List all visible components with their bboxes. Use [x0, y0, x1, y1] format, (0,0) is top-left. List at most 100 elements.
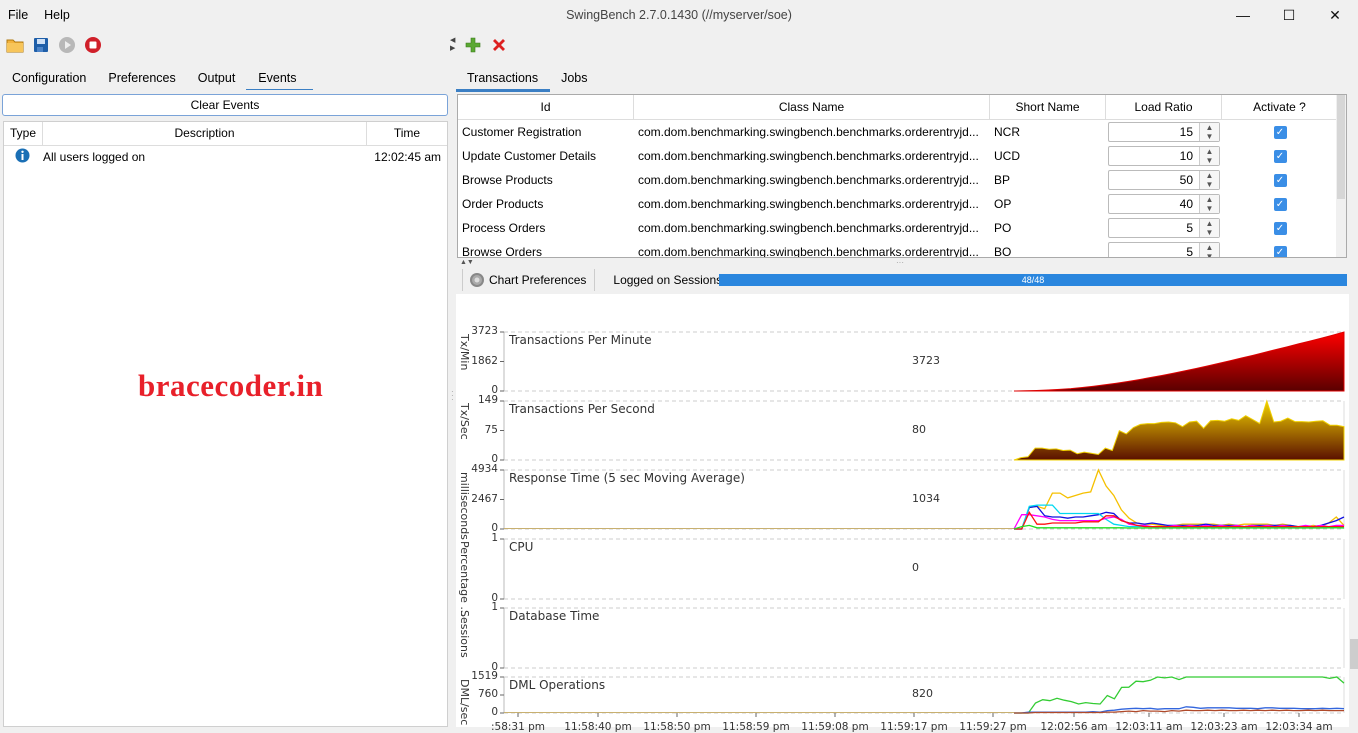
activate-checkbox[interactable]: ✓ — [1273, 197, 1287, 211]
column-load-ratio[interactable]: Load Ratio — [1106, 95, 1222, 119]
tab-configuration[interactable]: Configuration — [1, 68, 97, 92]
load-ratio-spinner[interactable]: 40 ▲ ▼ — [1108, 194, 1220, 214]
y-axis-label: DML/sec — [458, 679, 471, 726]
add-transaction-button[interactable] — [464, 36, 482, 54]
transaction-id: Process Orders — [462, 221, 546, 235]
activate-checkbox[interactable]: ✓ — [1273, 173, 1287, 187]
events-panel: Clear Events Type Description Time All u… — [0, 90, 450, 727]
transaction-id: Order Products — [462, 197, 544, 211]
delete-transaction-button[interactable] — [490, 36, 508, 54]
transaction-row[interactable]: Update Customer Details com.dom.benchmark… — [458, 144, 1346, 168]
x-tick-label: 11:59:17 pm — [880, 721, 948, 733]
load-ratio-value[interactable]: 5 — [1109, 243, 1199, 257]
scrollbar-thumb[interactable] — [1337, 95, 1345, 199]
load-ratio-spinner[interactable]: 15 ▲ ▼ — [1108, 122, 1220, 142]
transaction-row[interactable]: Customer Registration com.dom.benchmarkin… — [458, 120, 1346, 144]
activate-checkbox[interactable]: ✓ — [1273, 245, 1287, 257]
column-activate[interactable]: Activate ? — [1222, 95, 1338, 119]
spinner-arrows-icon[interactable]: ▲ ▼ — [1199, 243, 1219, 257]
menu-file[interactable]: File — [8, 8, 28, 22]
column-description[interactable]: Description — [43, 122, 367, 145]
tab-output[interactable]: Output — [187, 68, 247, 92]
spinner-arrows-icon[interactable]: ▲ ▼ — [1199, 219, 1219, 237]
column-id[interactable]: Id — [458, 95, 634, 119]
start-button[interactable] — [58, 36, 76, 54]
current-value: 3723 — [912, 353, 940, 367]
event-time: 12:02:45 am — [374, 150, 441, 164]
load-ratio-value[interactable]: 10 — [1109, 147, 1199, 165]
column-type[interactable]: Type — [4, 122, 43, 145]
current-value: 80 — [912, 422, 926, 436]
x-tick-label: 12:02:56 am — [1040, 721, 1108, 733]
load-ratio-spinner[interactable]: 5 ▲ ▼ — [1108, 218, 1220, 238]
x-tick-label: 11:59:27 pm — [959, 721, 1027, 733]
spinner-arrows-icon[interactable]: ▲ ▼ — [1199, 123, 1219, 141]
spinner-arrows-icon[interactable]: ▲ ▼ — [1199, 147, 1219, 165]
current-value: 0 — [912, 561, 919, 574]
load-ratio-spinner[interactable]: 50 ▲ ▼ — [1108, 170, 1220, 190]
stop-button[interactable] — [84, 36, 102, 54]
load-ratio-spinner[interactable]: 5 ▲ ▼ — [1108, 242, 1220, 257]
split-arrows-icon[interactable]: ▲▼ — [460, 259, 474, 266]
save-button[interactable] — [32, 36, 50, 54]
x-tick-label: 12:03:23 am — [1190, 721, 1258, 733]
load-ratio-value[interactable]: 40 — [1109, 195, 1199, 213]
column-class-name[interactable]: Class Name — [634, 95, 990, 119]
tab-transactions[interactable]: Transactions — [456, 68, 551, 92]
minimize-button[interactable]: — — [1220, 0, 1266, 30]
transaction-row[interactable]: Order Products com.dom.benchmarking.swing… — [458, 192, 1346, 216]
watermark-text: bracecoder.in — [138, 368, 324, 403]
column-time[interactable]: Time — [367, 122, 447, 145]
area-series — [1013, 331, 1345, 392]
transaction-row[interactable]: Browse Orders com.dom.benchmarking.swingb… — [458, 240, 1346, 257]
transaction-row[interactable]: Process Orders com.dom.benchmarking.swing… — [458, 216, 1346, 240]
maximize-button[interactable]: ☐ — [1266, 0, 1312, 30]
spinner-arrows-icon[interactable]: ▲ ▼ — [1199, 171, 1219, 189]
menu-help[interactable]: Help — [44, 8, 70, 22]
collapse-arrows-icon[interactable]: ◀ ▶ — [450, 37, 456, 53]
transaction-short-name: UCD — [994, 149, 1020, 163]
transaction-short-name: BP — [994, 173, 1011, 187]
transaction-id: Customer Registration — [462, 125, 582, 139]
transaction-class: com.dom.benchmarking.swingbench.benchmar… — [638, 149, 979, 163]
tab-preferences[interactable]: Preferences — [97, 68, 186, 92]
gear-icon — [470, 273, 484, 287]
spinner-arrows-icon[interactable]: ▲ ▼ — [1199, 195, 1219, 213]
x-tick-label: 12:03:34 am — [1265, 721, 1333, 733]
chart-title: Transactions Per Minute — [509, 333, 652, 347]
chart-title: DML Operations — [509, 678, 606, 692]
event-description: All users logged on — [43, 150, 146, 164]
scrollbar-thumb[interactable] — [1350, 639, 1358, 669]
tab-events[interactable]: Events — [246, 68, 313, 92]
activate-checkbox[interactable]: ✓ — [1273, 221, 1287, 235]
charts-area: 3723 1862 0 Tx/Min Transactions Per Minute 37… — [456, 294, 1349, 733]
column-short-name[interactable]: Short Name — [990, 95, 1106, 119]
transactions-scrollbar[interactable] — [1336, 95, 1346, 257]
logged-sessions-label: Logged on Sessions — [613, 273, 723, 287]
transaction-id: Update Customer Details — [462, 149, 597, 163]
activate-checkbox[interactable]: ✓ — [1273, 149, 1287, 163]
charts-svg — [500, 331, 1345, 717]
x-tick-label: 11:59:08 pm — [801, 721, 869, 733]
close-icon: ✕ — [1329, 6, 1341, 23]
load-ratio-value[interactable]: 15 — [1109, 123, 1199, 141]
chart-preferences-button[interactable]: Chart Preferences — [463, 269, 596, 291]
close-button[interactable]: ✕ — [1312, 0, 1358, 30]
info-icon — [4, 148, 43, 166]
current-value: 820 — [912, 687, 933, 700]
transaction-row[interactable]: Browse Products com.dom.benchmarking.swin… — [458, 168, 1346, 192]
chart-preferences-label: Chart Preferences — [489, 273, 587, 287]
load-ratio-spinner[interactable]: 10 ▲ ▼ — [1108, 146, 1220, 166]
open-folder-button[interactable] — [6, 36, 24, 54]
transaction-short-name: NCR — [994, 125, 1020, 139]
line-series-green — [1014, 676, 1345, 714]
save-icon — [34, 38, 48, 52]
charts-scrollbar[interactable] — [1349, 294, 1358, 727]
main-toolbar — [6, 36, 102, 54]
clear-events-button[interactable]: Clear Events — [2, 94, 448, 116]
tab-jobs[interactable]: Jobs — [550, 68, 598, 92]
load-ratio-value[interactable]: 5 — [1109, 219, 1199, 237]
load-ratio-value[interactable]: 50 — [1109, 171, 1199, 189]
event-row[interactable]: All users logged on 12:02:45 am — [4, 146, 447, 168]
activate-checkbox[interactable]: ✓ — [1273, 125, 1287, 139]
